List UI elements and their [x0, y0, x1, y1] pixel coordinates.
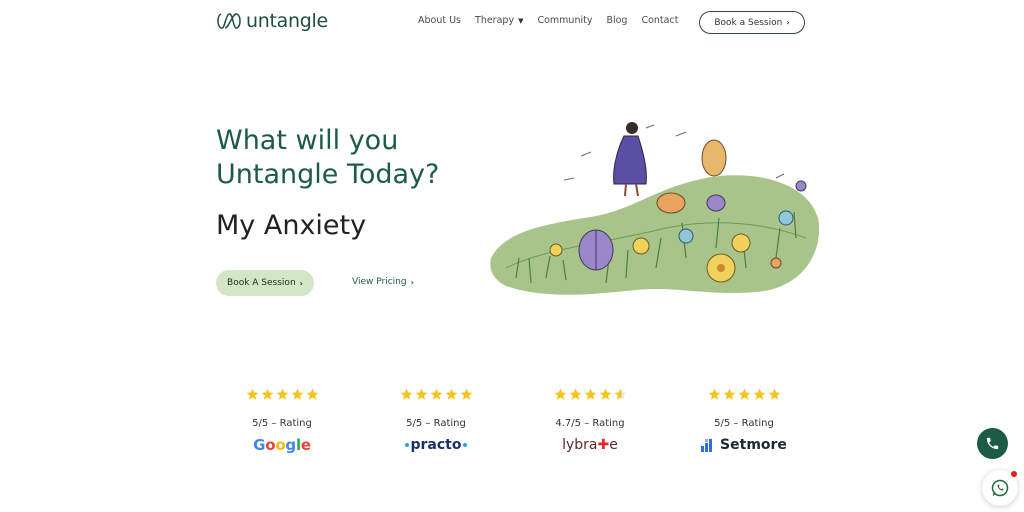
notification-dot [1011, 471, 1017, 477]
rating-text: 5/5 – Rating [406, 418, 466, 429]
star-rating [246, 388, 319, 404]
whatsapp-icon [991, 479, 1009, 497]
star-icon [430, 388, 442, 400]
practo-dot [463, 443, 468, 447]
hero-title-line2: Untangle Today? [216, 159, 440, 190]
star-icon [599, 388, 611, 400]
caret-down-icon: ▼ [518, 16, 524, 25]
hero-meadow-illustration [490, 122, 820, 295]
star-icon [753, 388, 765, 400]
main-nav: About Us Therapy ▼ Community Blog Contac… [418, 15, 678, 26]
view-pricing-link[interactable]: View Pricing › [352, 277, 414, 287]
nav-label: Contact [641, 15, 679, 26]
chevron-right-icon: › [786, 18, 790, 27]
star-icon [460, 388, 472, 400]
practo-logo[interactable]: practo [404, 435, 468, 455]
link-label: View Pricing [352, 277, 407, 287]
star-icon [415, 388, 427, 400]
whatsapp-button[interactable] [982, 470, 1018, 506]
phone-icon [986, 437, 999, 450]
brand-label-end: e [609, 437, 618, 453]
ratings-section: 5/5 – Rating Google 5/5 – Rating practo [206, 388, 836, 458]
brand-label: practo [410, 437, 462, 453]
plus-icon: ✚ [597, 437, 610, 453]
practo-dot [404, 443, 409, 447]
rating-setmore: 5/5 – Rating Setmore [668, 388, 820, 455]
rating-google: 5/5 – Rating Google [206, 388, 358, 455]
rating-text: 4.7/5 – Rating [555, 418, 625, 429]
button-label: Book A Session [227, 278, 296, 288]
chevron-right-icon: › [299, 278, 303, 288]
setmore-bars-icon [701, 438, 713, 452]
nav-about-us[interactable]: About Us [418, 15, 461, 26]
rating-lybrate: 4.7/5 – Rating lybra ✚ e [514, 388, 666, 455]
star-icon [708, 388, 720, 400]
star-icon [291, 388, 303, 400]
star-icon [768, 388, 780, 400]
rating-practo: 5/5 – Rating practo [360, 388, 512, 455]
hero-title-line1: What will you [216, 125, 399, 156]
nav-blog[interactable]: Blog [606, 15, 627, 26]
star-icon [554, 388, 566, 400]
star-rating [400, 388, 473, 404]
chevron-right-icon: › [410, 277, 414, 287]
call-button[interactable] [977, 428, 1008, 459]
star-icon [569, 388, 581, 400]
star-icon [246, 388, 258, 400]
star-icon [738, 388, 750, 400]
setmore-logo[interactable]: Setmore [701, 435, 787, 455]
hero-title: What will you Untangle Today? [216, 124, 439, 192]
nav-label: About Us [418, 15, 462, 26]
nav-label: Blog [606, 15, 628, 26]
book-session-button[interactable]: Book A Session › [216, 270, 314, 296]
nav-label: Therapy [475, 15, 515, 26]
button-label: Book a Session [714, 17, 783, 28]
header-book-session-button[interactable]: Book a Session › [699, 11, 805, 34]
logo-text: untangle [246, 10, 328, 32]
logo[interactable]: untangle [216, 10, 328, 32]
google-logo[interactable]: Google [253, 435, 311, 455]
nav-community[interactable]: Community [537, 15, 592, 26]
star-icon [400, 388, 412, 400]
star-icon [261, 388, 273, 400]
star-rating [708, 388, 781, 404]
nav-contact[interactable]: Contact [641, 15, 678, 26]
brand-label: lybra [562, 437, 598, 453]
star-icon [584, 388, 596, 400]
logo-mark-icon [217, 13, 241, 29]
rating-text: 5/5 – Rating [714, 418, 774, 429]
star-icon [445, 388, 457, 400]
brand-label: Setmore [720, 437, 787, 453]
site-header: untangle About Us Therapy ▼ Community Bl… [0, 0, 1024, 44]
hero-subtitle: My Anxiety [216, 210, 367, 241]
nav-label: Community [537, 15, 593, 26]
rating-text: 5/5 – Rating [252, 418, 312, 429]
star-icon [306, 388, 318, 400]
star-rating [554, 388, 627, 404]
nav-therapy[interactable]: Therapy ▼ [475, 15, 523, 26]
star-icon [276, 388, 288, 400]
lybrate-logo[interactable]: lybra ✚ e [562, 435, 618, 455]
half-star-icon [614, 388, 626, 400]
star-icon [723, 388, 735, 400]
